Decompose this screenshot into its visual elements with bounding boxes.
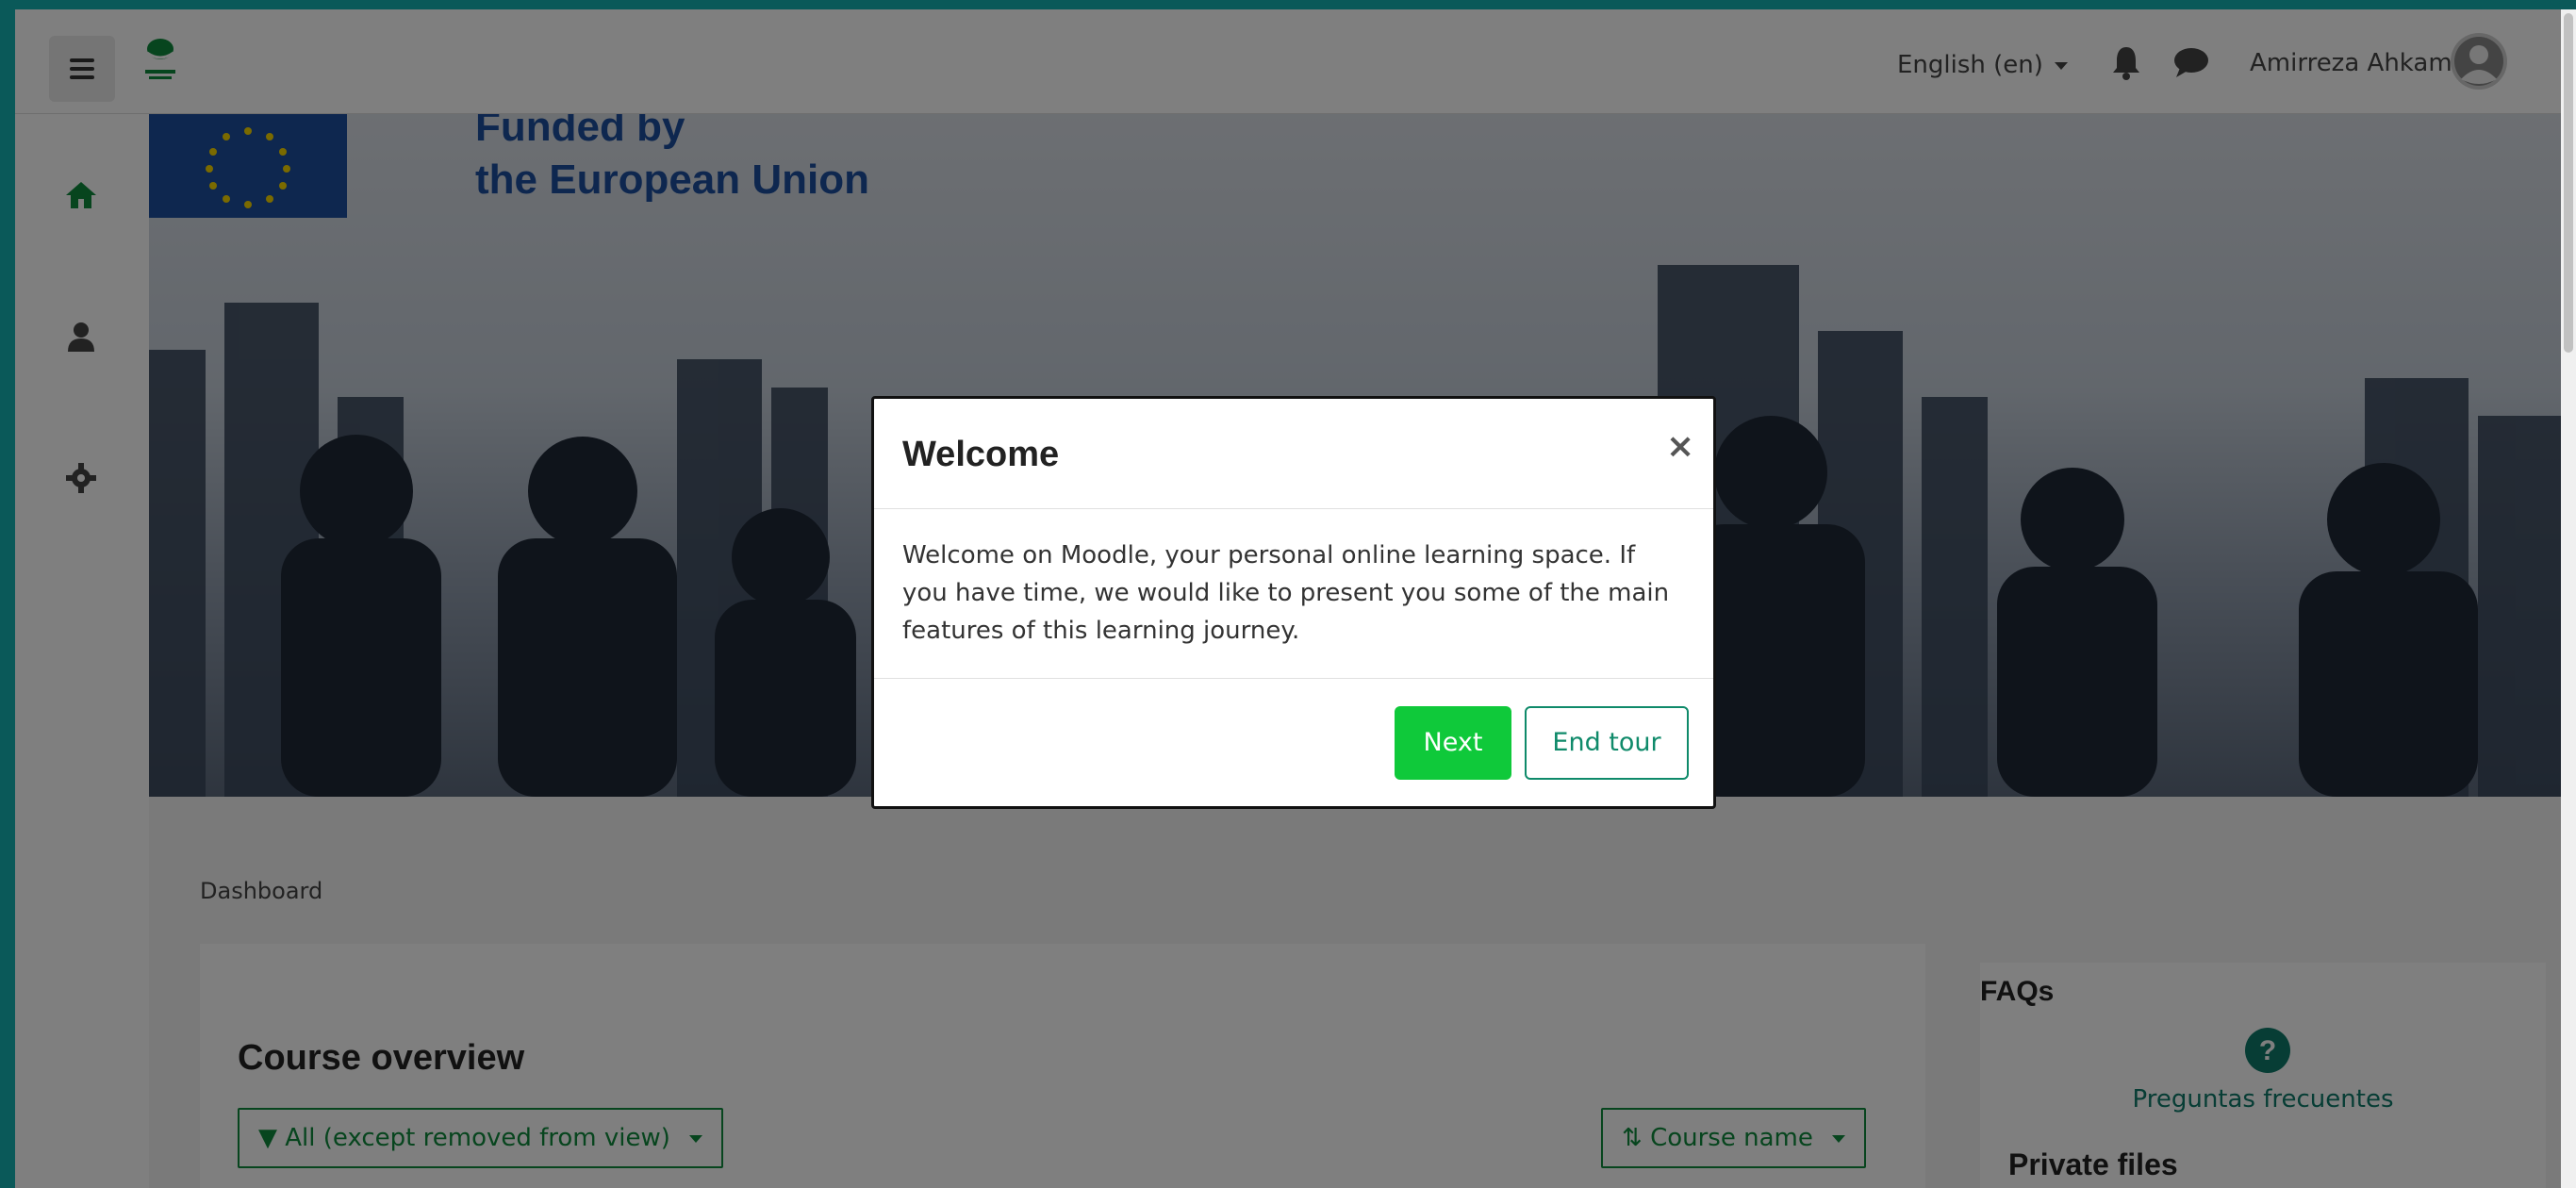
scrollbar-thumb[interactable] xyxy=(2564,13,2573,353)
close-icon[interactable]: × xyxy=(1666,427,1694,466)
welcome-tour-dialog: Welcome × Welcome on Moodle, your person… xyxy=(871,396,1716,809)
next-button[interactable]: Next xyxy=(1395,706,1511,780)
dialog-title: Welcome xyxy=(902,435,1060,474)
dialog-divider xyxy=(874,508,1713,509)
dialog-body-text: Welcome on Moodle, your personal online … xyxy=(902,541,1670,645)
end-tour-button[interactable]: End tour xyxy=(1525,706,1689,780)
dialog-divider xyxy=(874,678,1713,679)
